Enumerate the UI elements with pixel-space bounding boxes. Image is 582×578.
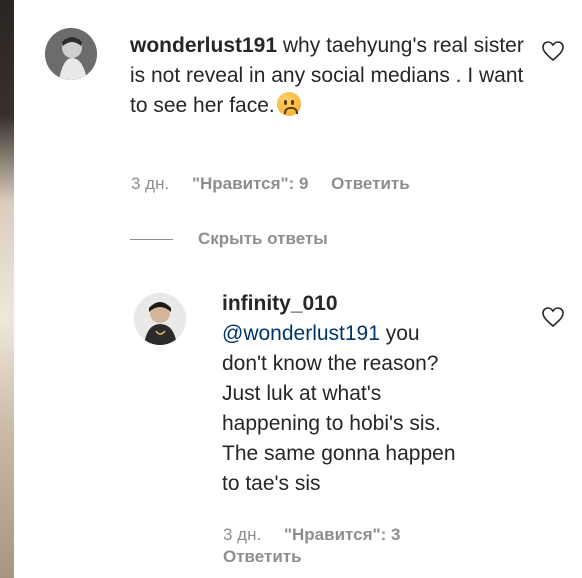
avatar[interactable]	[134, 293, 186, 345]
reply-text-line: you	[379, 322, 420, 345]
reply-text-line: The same gonna happen	[222, 442, 456, 465]
hide-replies-divider	[130, 239, 173, 240]
reply-meta: 3 дн. "Нравится": 3	[223, 525, 418, 545]
worried-face-icon	[276, 92, 301, 116]
comment-time[interactable]: 3 дн.	[131, 174, 169, 193]
reply-text-line: don't know the reason?	[222, 352, 439, 375]
reply-text-line: Just luk at what's	[222, 382, 382, 405]
background-photo-edge	[0, 0, 14, 578]
heart-icon[interactable]	[541, 40, 565, 62]
reply-text-line: happening to hobi's sis.	[222, 412, 441, 435]
hide-replies-button[interactable]: Скрыть ответы	[198, 229, 328, 249]
reply-username[interactable]: infinity_010	[222, 292, 338, 315]
comment-meta: 3 дн. "Нравится": 9 Ответить	[131, 174, 428, 194]
heart-icon[interactable]	[541, 306, 565, 328]
comment-body: wonderlust191 why taehyung's real sister…	[130, 31, 530, 121]
reply-body: infinity_010 @wonderlust191 you don't kn…	[222, 289, 542, 499]
comment-reply-button[interactable]: Ответить	[331, 174, 410, 193]
reply-reply-button[interactable]: Ответить	[223, 547, 302, 566]
reply-time[interactable]: 3 дн.	[223, 525, 261, 544]
avatar[interactable]	[45, 28, 97, 80]
comment-likes[interactable]: "Нравится": 9	[192, 174, 308, 193]
reply-text-line: to tae's sis	[222, 472, 321, 495]
comment-username[interactable]: wonderlust191	[130, 34, 277, 57]
reply-mention-link[interactable]: @wonderlust191	[222, 322, 380, 345]
reply-likes[interactable]: "Нравится": 3	[284, 525, 400, 544]
reply-reply-wrap: Ответить	[223, 547, 320, 567]
